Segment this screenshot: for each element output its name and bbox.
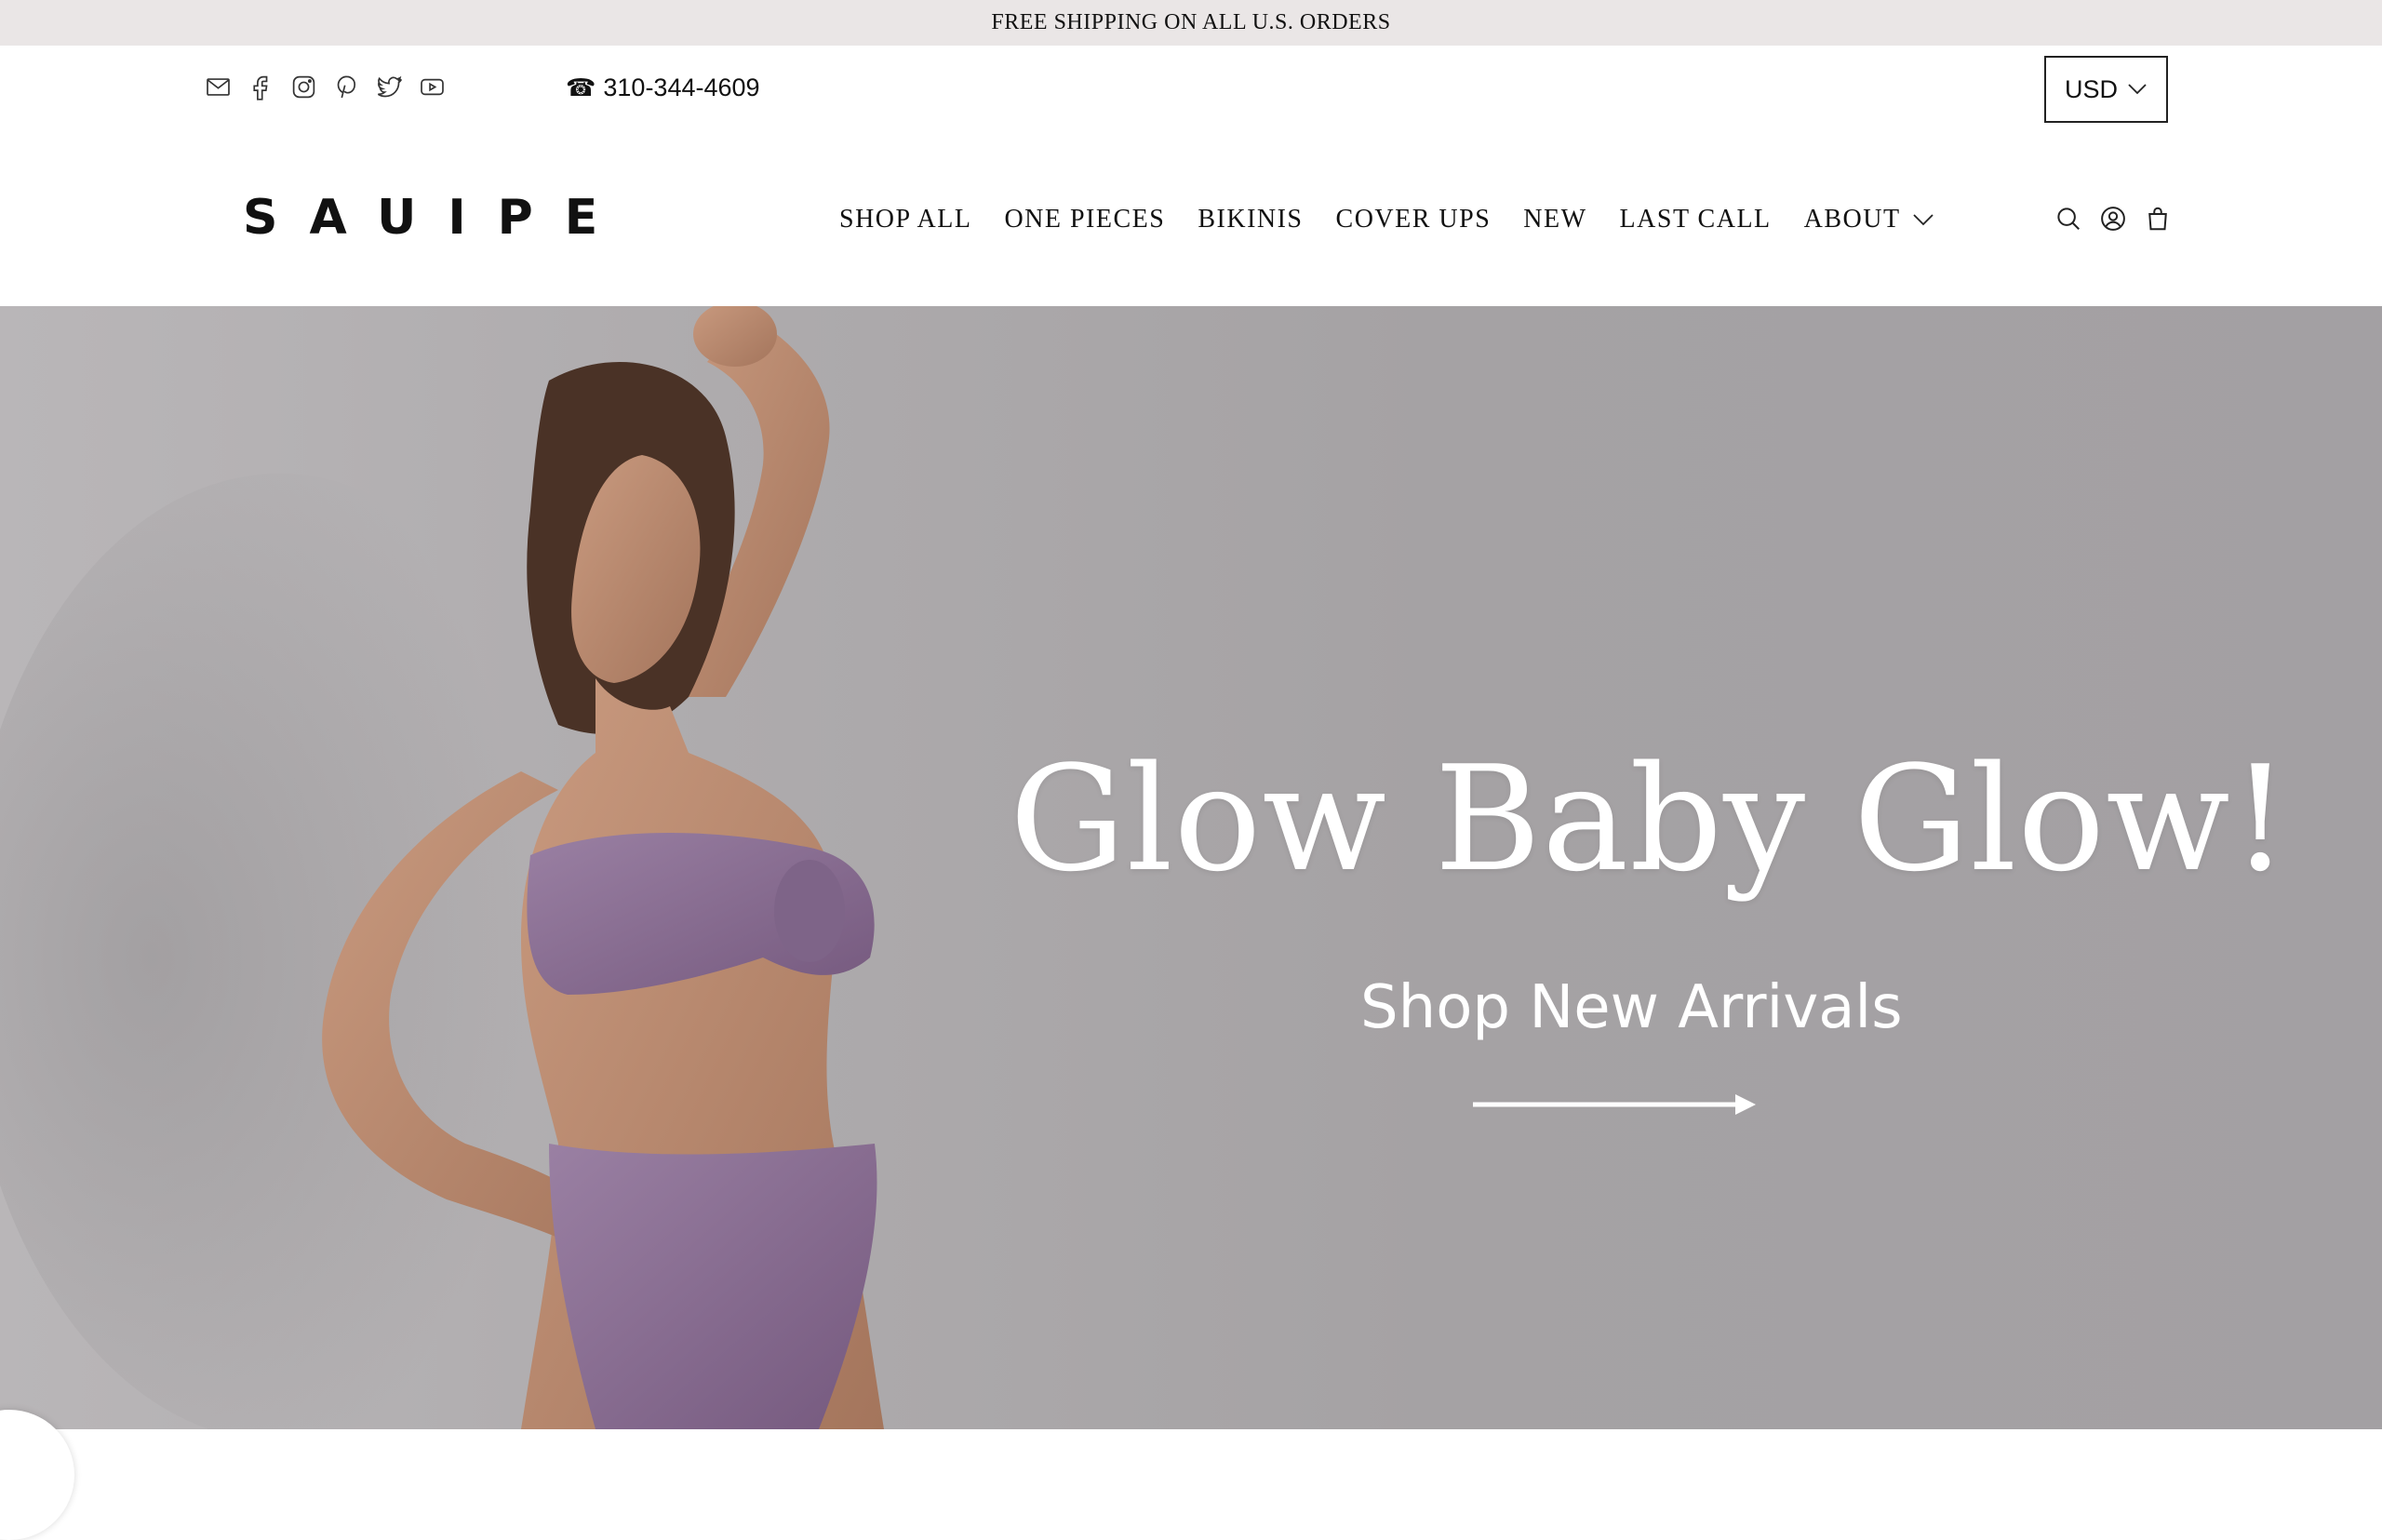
pinterest-icon[interactable] xyxy=(333,74,360,100)
account-icon[interactable] xyxy=(2099,205,2127,233)
site-logo[interactable]: SAUIPE xyxy=(243,194,629,242)
facebook-icon[interactable] xyxy=(248,74,274,100)
nav-item-label: SHOP ALL xyxy=(839,205,972,234)
nav-item-label: ONE PIECES xyxy=(1004,205,1166,234)
nav-item-bikinis[interactable]: BIKINIS xyxy=(1198,205,1303,234)
hero-model-image xyxy=(0,306,884,1429)
hero-banner[interactable]: Glow Baby Glow! Shop New Arrivals xyxy=(0,306,2382,1429)
nav-item-one-pieces[interactable]: ONE PIECES xyxy=(1004,205,1165,234)
nav-item-cover-ups[interactable]: COVER UPS xyxy=(1336,205,1492,234)
nav-item-label: BIKINIS xyxy=(1198,205,1304,234)
utility-bar: ☎ 310-344-4609 USD xyxy=(0,46,2382,181)
twitter-icon[interactable] xyxy=(376,74,403,100)
phone-number[interactable]: ☎ 310-344-4609 xyxy=(566,74,760,102)
nav-item-label: COVER UPS xyxy=(1335,205,1492,234)
nav-item-shop-all[interactable]: SHOP ALL xyxy=(839,205,971,234)
mail-icon[interactable] xyxy=(205,74,232,100)
nav-item-label: LAST CALL xyxy=(1619,205,1772,234)
arrow-right-icon[interactable] xyxy=(1473,1091,1759,1118)
announcement-text: FREE SHIPPING ON ALL U.S. ORDERS xyxy=(991,10,1391,34)
chat-widget-button[interactable] xyxy=(0,1410,74,1540)
header-actions xyxy=(2054,205,2172,233)
social-links xyxy=(205,74,446,100)
cart-icon[interactable] xyxy=(2144,205,2172,233)
currency-value: USD xyxy=(2065,74,2119,103)
chevron-down-icon xyxy=(1912,214,1934,226)
nav-item-label: ABOUT xyxy=(1803,205,1901,234)
search-icon[interactable] xyxy=(2054,205,2082,233)
phone-icon: ☎ xyxy=(566,74,596,101)
youtube-icon[interactable] xyxy=(419,74,446,100)
nav-item-label: NEW xyxy=(1523,205,1587,234)
phone-text: 310-344-4609 xyxy=(603,74,760,101)
main-nav: SHOP ALL ONE PIECES BIKINIS COVER UPS NE… xyxy=(839,205,1967,234)
chevron-down-icon xyxy=(2128,84,2147,95)
instagram-icon[interactable] xyxy=(290,74,317,100)
announcement-bar: FREE SHIPPING ON ALL U.S. ORDERS xyxy=(0,0,2382,46)
shop-new-arrivals-link[interactable]: Shop New Arrivals xyxy=(1360,973,1903,1042)
nav-item-new[interactable]: NEW xyxy=(1523,205,1586,234)
nav-item-last-call[interactable]: LAST CALL xyxy=(1620,205,1772,234)
nav-item-about[interactable]: ABOUT xyxy=(1804,205,1934,234)
hero-title: Glow Baby Glow! xyxy=(1010,734,2291,904)
currency-selector[interactable]: USD xyxy=(2044,56,2168,123)
